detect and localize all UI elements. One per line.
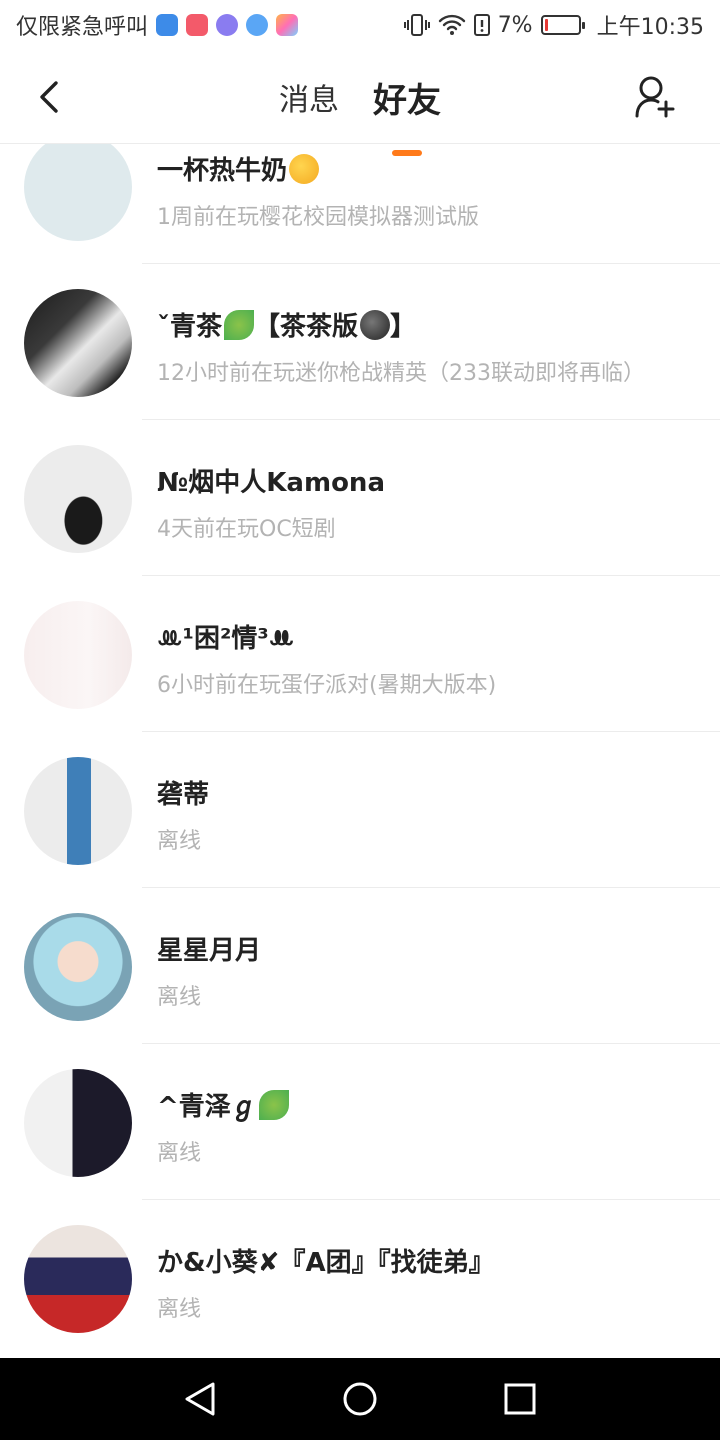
avatar (24, 757, 132, 865)
friend-status: 12小时前在玩迷你枪战精英（233联动即将再临） (157, 361, 645, 386)
battery-percent: 7% (497, 12, 533, 38)
friend-item[interactable]: か&小葵✘『A团』『找徒弟』 离线 (0, 1200, 720, 1356)
tab-bar: 消息 好友 (0, 50, 720, 156)
gallery-app-icon (276, 14, 299, 36)
friend-name: 一杯热牛奶 (157, 150, 320, 187)
tab-friends[interactable]: 好友 (373, 73, 441, 156)
avatar (24, 913, 132, 1021)
friend-name: ˇ青茶 【茶茶版】 (157, 310, 417, 342)
friends-screen: 仅限紧急呼叫 7% 上午10:35 消息 好友 一杯热牛奶 1周前在玩樱花校园模… (0, 0, 720, 1440)
friend-name: ^青泽ℊ (157, 1086, 289, 1123)
friend-item[interactable]: ꔛ¹困²情³ꔚ 6小时前在玩蛋仔派对(暑期大版本) (0, 576, 720, 732)
leaf-emoji-icon (224, 310, 255, 340)
vibrate-icon (403, 13, 430, 37)
friend-status: 1周前在玩樱花校园模拟器测试版 (157, 205, 479, 230)
avatar (24, 445, 132, 553)
tab-messages-label: 消息 (279, 83, 339, 118)
square-recents-icon (504, 1383, 536, 1415)
status-bar: 仅限紧急呼叫 7% 上午10:35 (0, 0, 720, 50)
leaf-emoji-icon (258, 1090, 289, 1120)
circle-home-icon (343, 1382, 377, 1416)
status-bar-left: 仅限紧急呼叫 (16, 9, 299, 41)
add-friend-button[interactable] (630, 72, 680, 122)
system-back-button[interactable] (170, 1369, 230, 1429)
avatar (24, 144, 132, 241)
vivo-app-icon (186, 14, 209, 36)
system-nav-bar (0, 1358, 720, 1440)
friend-item[interactable]: 星星月月 离线 (0, 888, 720, 1044)
friend-status: 离线 (157, 1297, 202, 1322)
avatar (24, 1225, 132, 1333)
friend-item[interactable]: ˇ青茶 【茶茶版】 12小时前在玩迷你枪战精英（233联动即将再临） (0, 264, 720, 420)
status-bar-right: 7% 上午10:35 (403, 9, 704, 41)
browser-app-icon (246, 14, 269, 36)
battery-fill (544, 19, 548, 31)
dark-face-emoji-icon (360, 310, 391, 340)
friend-status: 离线 (157, 829, 202, 854)
tab-messages[interactable]: 消息 (279, 75, 339, 119)
sim-alert-icon (473, 13, 490, 37)
friend-status: 6小时前在玩蛋仔派对(暑期大版本) (157, 673, 497, 698)
upside-down-face-emoji-icon (289, 154, 320, 184)
wifi-icon (438, 13, 466, 37)
music-app-icon (216, 14, 239, 36)
friend-name: ꔛ¹困²情³ꔚ (157, 624, 295, 654)
avatar (24, 289, 132, 397)
top-nav: 消息 好友 (0, 50, 720, 156)
friend-item[interactable]: ^青泽ℊ 离线 (0, 1044, 720, 1200)
friend-name: №烟中人Kamona (157, 468, 385, 498)
emergency-call-text: 仅限紧急呼叫 (16, 15, 149, 40)
friend-status: 4天前在玩OC短剧 (157, 517, 336, 542)
shield-app-icon (156, 14, 179, 36)
avatar (24, 601, 132, 709)
tab-friends-label: 好友 (373, 80, 441, 121)
system-recents-button[interactable] (490, 1369, 550, 1429)
triangle-back-icon (185, 1382, 215, 1416)
battery-icon (540, 15, 585, 35)
system-home-button[interactable] (330, 1369, 390, 1429)
add-user-icon (635, 76, 675, 118)
friend-list[interactable]: 一杯热牛奶 1周前在玩樱花校园模拟器测试版 ˇ青茶 【茶茶版】 12小时前在玩迷你… (0, 144, 720, 1358)
friend-status: 离线 (157, 1141, 202, 1166)
friend-name: か&小葵✘『A团』『找徒弟』 (157, 1248, 495, 1278)
friend-name: 砻蒂 (157, 780, 210, 810)
friend-item[interactable]: 一杯热牛奶 1周前在玩樱花校园模拟器测试版 (0, 144, 720, 264)
friend-item[interactable]: №烟中人Kamona 4天前在玩OC短剧 (0, 420, 720, 576)
friend-status: 离线 (157, 985, 202, 1010)
friend-item[interactable]: 砻蒂 离线 (0, 732, 720, 888)
friend-name: 星星月月 (157, 936, 262, 966)
clock: 上午10:35 (596, 15, 704, 40)
avatar (24, 1069, 132, 1177)
